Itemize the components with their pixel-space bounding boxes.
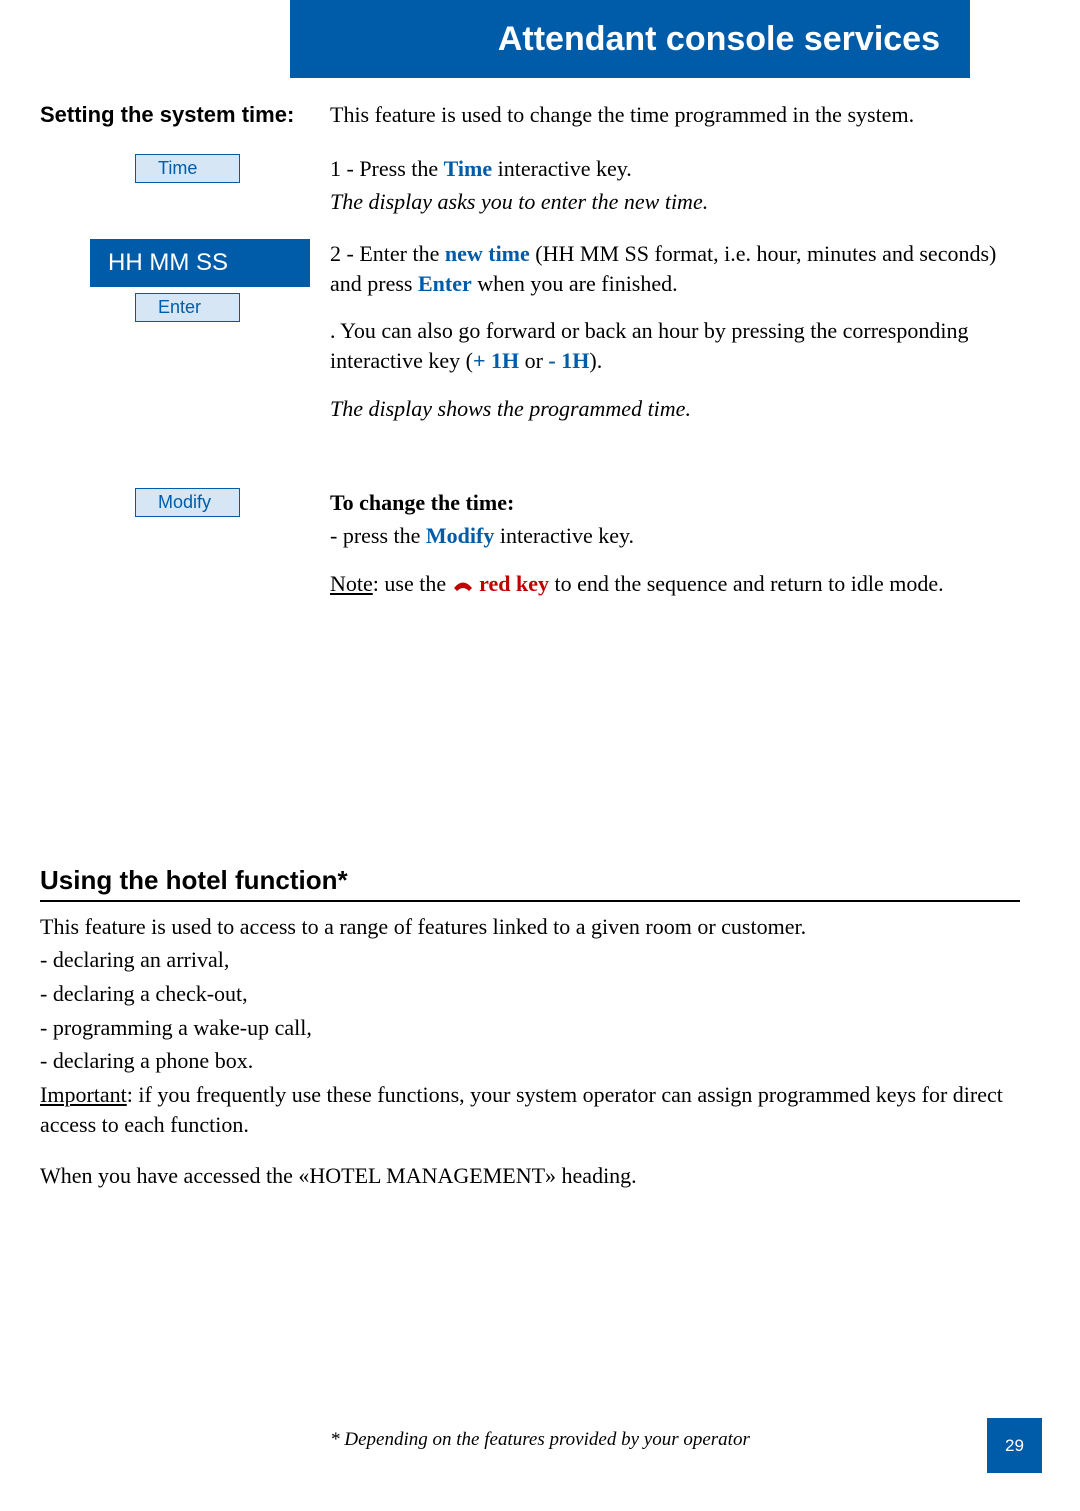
- red-key-ref: red key: [474, 571, 549, 596]
- hotel-function-section: Using the hotel function* This feature i…: [40, 865, 1020, 1192]
- enter-ref: Enter: [418, 271, 472, 296]
- step2-alt: . You can also go forward or back an hou…: [330, 316, 1020, 375]
- step2-result: The display shows the programmed time.: [330, 394, 1020, 424]
- change-line: - press the Modify interactive key.: [330, 521, 1020, 551]
- step1-result: The display asks you to enter the new ti…: [330, 187, 1020, 217]
- setting-time-intro: This feature is used to change the time …: [330, 100, 1020, 130]
- hotel-important: Important: if you frequently use these f…: [40, 1080, 1020, 1139]
- important-label: Important: [40, 1082, 127, 1107]
- page-number: 29: [1005, 1436, 1024, 1456]
- modify-ref: Modify: [426, 523, 494, 548]
- softkey-time[interactable]: Time: [135, 154, 240, 183]
- softkey-modify[interactable]: Modify: [135, 488, 240, 517]
- hotel-item-0: - declaring an arrival,: [40, 945, 1020, 975]
- plus1h-ref: + 1H: [473, 348, 519, 373]
- minus1h-ref: - 1H: [548, 348, 589, 373]
- page-content: Setting the system time: This feature is…: [40, 100, 1020, 1195]
- time-display: HH MM SS: [90, 239, 310, 287]
- change-heading: To change the time:: [330, 488, 1020, 518]
- handset-down-icon: [452, 571, 474, 601]
- softkey-enter[interactable]: Enter: [135, 293, 240, 322]
- hotel-item-2: - programming a wake-up call,: [40, 1013, 1020, 1043]
- page-number-box: 29: [987, 1418, 1042, 1473]
- footnote: * Depending on the features provided by …: [0, 1429, 1080, 1451]
- hotel-item-3: - declaring a phone box.: [40, 1046, 1020, 1076]
- setting-time-label: Setting the system time:: [40, 100, 330, 128]
- time-key-ref: Time: [444, 156, 492, 181]
- manual-page: Attendant console services Setting the s…: [0, 0, 1080, 1511]
- hotel-item-1: - declaring a check-out,: [40, 979, 1020, 1009]
- step1-text: 1 - Press the Time interactive key.: [330, 154, 1020, 184]
- newtime-ref: new time: [445, 241, 530, 266]
- hotel-section-title: Using the hotel function*: [40, 865, 1020, 902]
- chapter-title: Attendant console services: [498, 20, 940, 59]
- chapter-header: Attendant console services: [290, 0, 970, 78]
- hotel-final: When you have accessed the «HOTEL MANAGE…: [40, 1161, 1020, 1191]
- note-label: Note: [330, 571, 373, 596]
- hotel-intro: This feature is used to access to a rang…: [40, 912, 1020, 942]
- step2-text: 2 - Enter the new time (HH MM SS format,…: [330, 239, 1020, 298]
- note-line: Note: use the red key to end the sequenc…: [330, 569, 1020, 601]
